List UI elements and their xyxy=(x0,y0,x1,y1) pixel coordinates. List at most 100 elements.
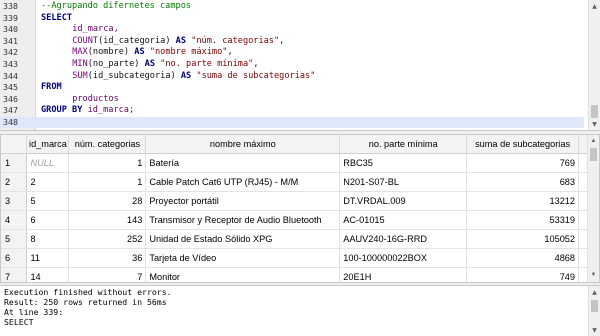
messages-scroll-down-icon[interactable]: ▼ xyxy=(589,325,600,336)
column-header-nombre-maximo[interactable]: nombre máximo xyxy=(145,135,341,154)
sql-argument: (id_subcategoria) xyxy=(87,70,181,81)
code-text: MIN(no_parte) AS "no. parte mínima", xyxy=(72,59,258,70)
sql-punctuation: , xyxy=(279,35,285,46)
cell-num-categorias[interactable]: 1 xyxy=(68,153,147,173)
cell-no-parte-minima[interactable]: N201-S07-BL xyxy=(339,172,468,192)
cell-id-marca[interactable]: NULL xyxy=(26,153,70,173)
editor-scrollbar[interactable]: ▲ ▼ xyxy=(588,0,600,130)
scroll-down-icon[interactable]: ▼ xyxy=(589,119,600,130)
grid-scrollbar[interactable]: ▲ ▼ xyxy=(587,135,599,282)
messages-scrollbar[interactable]: ▲ ▼ xyxy=(588,286,600,336)
cell-suma-subcategorias[interactable]: 13212 xyxy=(466,191,580,211)
cell-num-categorias[interactable]: 1 xyxy=(68,172,147,192)
cell-id-marca[interactable]: 2 xyxy=(26,172,70,192)
line-number: 338 xyxy=(3,1,18,11)
code-line[interactable]: 348 xyxy=(0,117,584,128)
code-line[interactable]: 341 COUNT(id_categoria) AS "núm. categori… xyxy=(0,36,584,47)
grid-scroll-thumb[interactable] xyxy=(590,148,597,161)
cell-suma-subcategorias[interactable]: 105052 xyxy=(466,229,580,249)
line-number: 348 xyxy=(3,117,18,127)
cell-num-categorias[interactable]: 252 xyxy=(68,229,147,249)
scroll-up-icon[interactable]: ▲ xyxy=(589,1,600,12)
cell-id-marca[interactable]: 5 xyxy=(26,191,70,211)
cell-nombre-maximo[interactable]: Transmisor y Receptor de Audio Bluetooth xyxy=(145,210,341,230)
line-number: 344 xyxy=(3,70,18,81)
line-number: 345 xyxy=(3,82,18,93)
cell-no-parte-minima[interactable]: AAUV240-16G-RRD xyxy=(339,229,468,249)
code-line[interactable]: 343 MIN(no_parte) AS "no. parte mínima", xyxy=(0,59,584,70)
cell-nombre-maximo[interactable]: Unidad de Estado Sólido XPG xyxy=(145,229,341,249)
code-line[interactable]: 338 --Agrupando difernetes campos xyxy=(0,1,584,12)
execution-message-pane[interactable]: Execution finished without errors. Resul… xyxy=(0,285,600,336)
table-row[interactable]: 6 11 36 Tarjeta de Vídeo 100-100000022BOX 486… xyxy=(1,248,599,268)
cell-no-parte-minima[interactable]: 20E1H xyxy=(339,267,468,282)
row-number[interactable]: 1 xyxy=(1,153,28,173)
line-number: 346 xyxy=(3,93,18,104)
table-row[interactable]: 2 2 1 Cable Patch Cat6 UTP (RJ45) - M/M N201… xyxy=(1,172,599,192)
cell-nombre-maximo[interactable]: Batería xyxy=(145,153,341,173)
sql-function: COUNT xyxy=(72,35,99,46)
cell-id-marca[interactable]: 11 xyxy=(26,248,70,268)
table-row[interactable]: 5 8 252 Unidad de Estado Sólido XPG AAUV240-… xyxy=(1,229,599,249)
row-number[interactable]: 7 xyxy=(1,267,28,282)
row-number[interactable]: 4 xyxy=(1,210,28,230)
cell-no-parte-minima[interactable]: RBC35 xyxy=(339,153,468,173)
cell-suma-subcategorias[interactable]: 683 xyxy=(466,172,580,192)
code-text: SUM(id_subcategoria) AS "suma de subcate… xyxy=(72,71,315,82)
cell-nombre-maximo[interactable]: Cable Patch Cat6 UTP (RJ45) - M/M xyxy=(145,172,341,192)
grid-scroll-down-icon[interactable]: ▼ xyxy=(588,270,599,281)
row-number[interactable]: 6 xyxy=(1,248,28,268)
sql-argument: (nombre) xyxy=(87,47,135,58)
table-row[interactable]: 4 6 143 Transmisor y Receptor de Audio Blue… xyxy=(1,210,599,230)
cell-id-marca[interactable]: 14 xyxy=(26,267,70,282)
cell-id-marca[interactable]: 8 xyxy=(26,229,70,249)
column-header-suma-subcategorias[interactable]: suma de subcategorias xyxy=(466,135,580,154)
code-line[interactable]: 339 SELECT xyxy=(0,13,584,24)
cell-nombre-maximo[interactable]: Proyector portátil xyxy=(145,191,341,211)
cell-no-parte-minima[interactable]: AC-01015 xyxy=(339,210,468,230)
cell-suma-subcategorias[interactable]: 53319 xyxy=(466,210,580,230)
row-number-header[interactable] xyxy=(1,135,28,154)
line-number: 343 xyxy=(3,59,18,69)
cell-nombre-maximo[interactable]: Tarjeta de Vídeo xyxy=(145,248,341,268)
cell-num-categorias[interactable]: 7 xyxy=(68,267,147,282)
results-grid[interactable]: id_marca núm. categorias nombre máximo n… xyxy=(0,134,600,283)
cell-no-parte-minima[interactable]: 100-100000022BOX xyxy=(339,248,468,268)
code-line[interactable]: 346 productos xyxy=(0,94,584,105)
code-line[interactable]: 344 SUM(id_subcategoria) AS "suma de subc… xyxy=(0,71,584,82)
messages-scroll-up-icon[interactable]: ▲ xyxy=(589,287,600,298)
cell-suma-subcategorias[interactable]: 749 xyxy=(466,267,580,282)
cell-no-parte-minima[interactable]: DT.VRDAL.009 xyxy=(339,191,468,211)
sql-editor[interactable]: 338 --Agrupando difernetes campos 339 SELEC… xyxy=(0,0,600,131)
row-number[interactable]: 5 xyxy=(1,229,28,249)
table-row[interactable]: 1 NULL 1 Batería RBC35 769 xyxy=(1,153,599,173)
column-header-id-marca[interactable]: id_marca xyxy=(26,135,70,154)
row-number[interactable]: 2 xyxy=(1,172,28,192)
column-header-no-parte-minima[interactable]: no. parte mínima xyxy=(339,135,468,154)
editor-scroll-thumb[interactable] xyxy=(591,105,598,118)
row-number[interactable]: 3 xyxy=(1,191,28,211)
sql-alias: "suma de subcategorias" xyxy=(196,70,316,81)
code-line[interactable]: 342 MAX(nombre) AS "nombre máximo", xyxy=(0,47,584,58)
sql-keyword: SELECT xyxy=(41,12,73,23)
code-line[interactable]: 340 id_marca, xyxy=(0,24,584,35)
code-line[interactable]: 345 FROM xyxy=(0,82,584,93)
code-line[interactable]: 347 GROUP BY id_marca; xyxy=(0,105,584,116)
table-row[interactable]: 7 14 7 Monitor 20E1H 749 xyxy=(1,267,599,282)
cell-id-marca[interactable]: 6 xyxy=(26,210,70,230)
sql-punctuation: , xyxy=(227,47,233,58)
cell-num-categorias[interactable]: 143 xyxy=(68,210,147,230)
cell-num-categorias[interactable]: 28 xyxy=(68,191,147,211)
message-line: At line 339: xyxy=(4,307,64,317)
table-row[interactable]: 3 5 28 Proyector portátil DT.VRDAL.009 13212 xyxy=(1,191,599,211)
cell-num-categorias[interactable]: 36 xyxy=(68,248,147,268)
cell-suma-subcategorias[interactable]: 4868 xyxy=(466,248,580,268)
cell-nombre-maximo[interactable]: Monitor xyxy=(145,267,341,282)
messages-scroll-thumb[interactable] xyxy=(591,300,598,312)
code-text: productos xyxy=(72,94,119,105)
line-number: 342 xyxy=(3,47,18,58)
code-text: SELECT xyxy=(41,13,72,24)
cell-suma-subcategorias[interactable]: 769 xyxy=(466,153,580,173)
grid-scroll-up-icon[interactable]: ▲ xyxy=(588,136,599,147)
column-header-num-categorias[interactable]: núm. categorias xyxy=(68,135,147,154)
